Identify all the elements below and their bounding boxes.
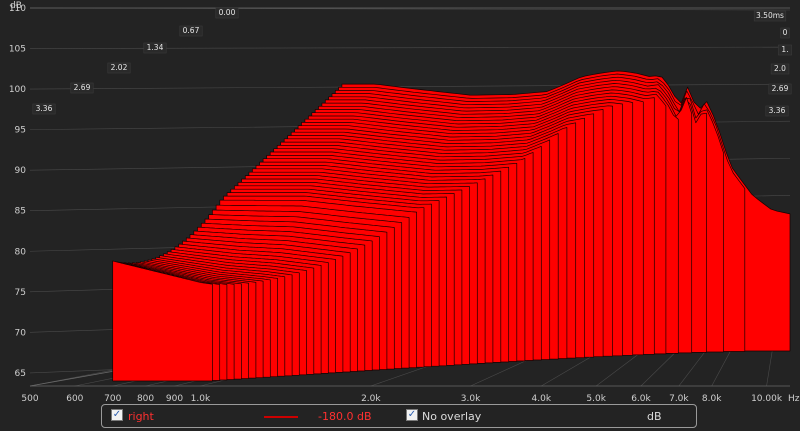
y-tick-label: 80 [15,247,27,257]
grid-line [711,350,731,387]
depth-tick-label: 0.67 [183,26,200,35]
grid-line [678,350,706,387]
depth-tick-label: 0.00 [219,8,236,17]
x-tick-label: 800 [137,394,154,404]
grid-line [766,350,773,387]
x-tick-label: 2.0k [361,394,381,404]
channel-line-swatch [264,416,298,418]
x-tick-label: 1.0k [191,394,211,404]
depth-ticks-left: 0.00 0.67 1.34 2.02 2.69 3.36 [32,7,239,115]
depth-ticks-right: 3.50ms 0 1. 2.0 2.69 3.36 [753,10,792,117]
unit-label: dB [647,410,662,423]
channel-checkbox[interactable]: ✓ [111,409,123,421]
depth-tick-label-right: 3.36 [769,106,786,115]
x-tick-label: 500 [21,394,38,404]
y-axis-label: dB [10,1,22,11]
depth-tick-label-right: 2.69 [772,84,789,93]
x-tick-label: 10.00k [751,394,783,404]
x-tick-label: 8.0k [702,394,722,404]
x-axis-ticks: 500 600 700 800 900 1.0k 2.0k 3.0k 4.0k 5.0k 6.0k 7… [21,394,782,404]
y-tick-label: 75 [15,288,26,298]
x-tick-label: 700 [104,394,121,404]
y-tick-label: 90 [15,166,27,176]
depth-tick-label: 2.02 [111,63,128,72]
legend-bar: ✓ right -180.0 dB ✓ No overlay dB [101,404,697,428]
depth-tick-label-right: 3.50ms [756,11,784,20]
y-tick-label: 100 [9,85,26,95]
y-tick-label: 105 [9,45,26,55]
depth-tick-label: 3.36 [36,104,53,113]
y-tick-label: 65 [15,369,26,379]
level-value: -180.0 dB [318,410,372,423]
overlay-checkbox[interactable]: ✓ [406,409,418,421]
x-axis-unit: Hz [788,394,800,404]
waterfall-slices [112,70,791,382]
depth-tick-label-right: 0 [783,28,788,37]
waterfall-chart: 65707580859095100105110 dB 0.000.671.342… [9,1,800,404]
depth-tick-label: 2.69 [74,83,91,92]
depth-tick-label: 1.34 [147,43,164,52]
x-tick-label: 7.0k [669,394,689,404]
depth-tick-label-right: 2.0 [774,64,786,73]
y-axis-ticks: 65707580859095100105110 [9,4,26,379]
depth-tick-label-right: 1. [781,45,788,54]
y-tick-label: 95 [15,126,26,136]
x-tick-label: 600 [66,394,83,404]
overlay-label: No overlay [422,410,482,423]
y-tick-label: 85 [15,207,26,217]
y-tick-label: 70 [15,328,27,338]
x-tick-label: 4.0k [532,394,552,404]
grid-line [640,350,677,387]
x-tick-label: 3.0k [461,394,481,404]
x-tick-label: 900 [166,394,183,404]
x-tick-label: 6.0k [631,394,651,404]
x-tick-label: 5.0k [586,394,606,404]
channel-label: right [128,410,154,423]
